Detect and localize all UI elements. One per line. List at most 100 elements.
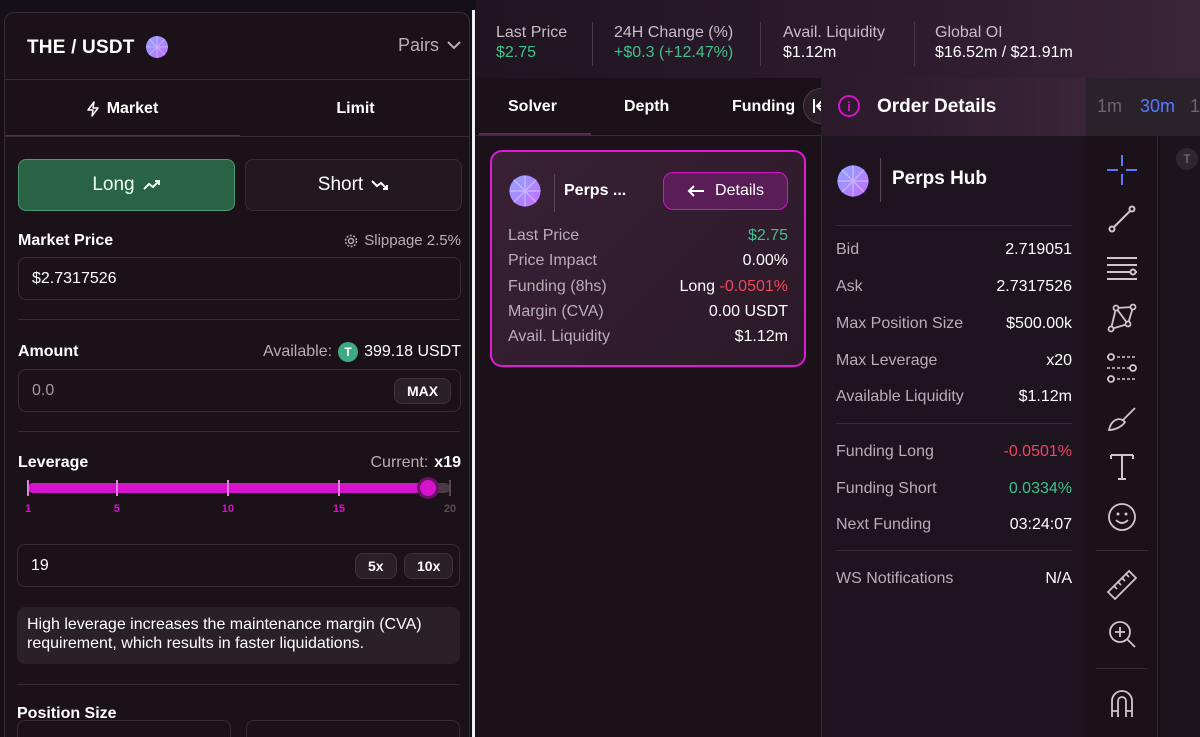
leverage-input[interactable] [31, 556, 331, 575]
od-row-max-position: Max Position Size $500.00k [836, 315, 1072, 333]
pairs-dropdown[interactable]: Pairs [398, 35, 461, 56]
od-row-next-funding: Next Funding 03:24:07 [836, 516, 1072, 534]
ruler-tool[interactable] [1102, 565, 1142, 605]
row-value: $500.00k [1006, 315, 1072, 332]
preset-10x-button[interactable]: 10x [404, 553, 454, 579]
stat-global-oi: Global OI $16.52m / $21.91m [935, 24, 1073, 62]
chevron-down-icon [447, 41, 461, 50]
details-label: Details [715, 182, 764, 199]
token-logo-icon [146, 36, 168, 58]
slider-tick-label: 1 [24, 503, 32, 515]
solver-logo-icon [509, 175, 541, 207]
brush-icon [1107, 407, 1136, 431]
od-row-ask: Ask 2.7317526 [836, 278, 1072, 296]
forecast-tool[interactable] [1102, 348, 1142, 388]
solver-name: Perps ... [564, 182, 627, 199]
tab-funding[interactable]: Funding [732, 98, 795, 116]
long-label: Long [92, 174, 135, 195]
trend-up-icon [142, 180, 160, 190]
market-price-label: Market Price [18, 232, 114, 249]
slider-tick-label: 5 [113, 503, 120, 515]
tab-solver[interactable]: Solver [508, 98, 557, 116]
od-row-funding-long: Funding Long -0.0501% [836, 443, 1072, 461]
preset-5x-button[interactable]: 5x [355, 553, 397, 579]
row-value: x20 [1046, 352, 1072, 369]
stat-last-price: Last Price $2.75 [496, 24, 567, 62]
slippage-setting[interactable]: Slippage 2.5% [344, 232, 461, 249]
row-key: Funding Short [836, 480, 937, 497]
horizontal-lines-tool[interactable] [1102, 249, 1142, 289]
divider [836, 225, 1072, 226]
tab-market[interactable]: Market [5, 80, 240, 137]
order-details-title: Order Details [877, 96, 997, 117]
pairs-label: Pairs [397, 35, 439, 55]
info-icon[interactable]: i [838, 95, 860, 117]
details-button[interactable]: Details [663, 172, 788, 210]
zoom-in-icon [1109, 621, 1136, 648]
solver-row: Margin (CVA) 0.00 USDT [508, 303, 788, 321]
stat-value: $2.75 [496, 44, 537, 61]
panel-splitter[interactable] [472, 10, 475, 737]
smiley-icon [1108, 503, 1136, 531]
tab-depth[interactable]: Depth [624, 98, 669, 116]
divider [5, 136, 469, 137]
stat-label: Last Price [496, 24, 568, 41]
magnet-icon [1111, 690, 1133, 717]
emoji-tool[interactable] [1102, 497, 1142, 537]
crosshair-tool[interactable] [1102, 150, 1142, 190]
solver-card[interactable]: Perps ... Details Last Price $2.75 Price… [490, 150, 806, 367]
market-price-input[interactable] [32, 269, 332, 288]
position-size-field[interactable] [17, 720, 231, 737]
solver-row: Price Impact 0.00% [508, 252, 788, 270]
magnet-tool[interactable] [1102, 683, 1142, 723]
slider-tick-label: 10 [221, 503, 235, 515]
text-tool[interactable] [1102, 447, 1142, 487]
row-value: N/A [1045, 570, 1072, 587]
row-key: Avail. Liquidity [508, 328, 610, 345]
chart-marker[interactable]: T [1176, 148, 1198, 170]
divider [1096, 550, 1148, 551]
trend-line-tool[interactable] [1102, 199, 1142, 239]
solver-row: Funding (8hs) Long -0.0501% [508, 278, 788, 296]
market-price-field[interactable] [18, 257, 461, 300]
max-button[interactable]: MAX [394, 378, 452, 404]
divider [18, 319, 460, 320]
tab-limit[interactable]: Limit [240, 80, 469, 137]
row-key: Bid [836, 241, 860, 258]
timeframe-more[interactable]: 1 [1190, 96, 1200, 117]
stat-value: $16.52m / $21.91m [935, 44, 1073, 61]
zoom-in-tool[interactable] [1102, 614, 1142, 654]
row-key: Max Leverage [836, 352, 938, 369]
amount-input[interactable] [32, 381, 332, 400]
divider [554, 174, 555, 212]
solver-row: Last Price $2.75 [508, 227, 788, 245]
timeframe-30m[interactable]: 30m [1140, 96, 1175, 117]
ruler-icon [1106, 569, 1138, 601]
short-button[interactable]: Short [245, 159, 462, 211]
stat-24h-change: 24H Change (%) +$0.3 (+12.47%) [614, 24, 733, 62]
row-value-group: Long -0.0501% [679, 278, 788, 296]
slider-tick-label: 20 [443, 503, 457, 515]
position-size-field-2[interactable] [246, 720, 460, 737]
pattern-tool[interactable] [1102, 298, 1142, 338]
brush-tool[interactable] [1102, 398, 1142, 438]
row-value: -0.0501% [719, 278, 789, 295]
long-button[interactable]: Long [18, 159, 235, 211]
slider-tick [226, 480, 229, 496]
chart-area[interactable] [1160, 136, 1200, 737]
slider-tick [115, 480, 118, 496]
short-label: Short [317, 174, 364, 195]
tether-icon: T [338, 342, 359, 362]
slider-tick [27, 480, 29, 496]
timeframe-1m[interactable]: 1m [1097, 96, 1122, 117]
od-row-max-leverage: Max Leverage x20 [836, 352, 1072, 370]
active-tab-underline [479, 133, 591, 135]
row-value: 03:24:07 [1009, 516, 1072, 533]
pattern-icon [1107, 303, 1137, 333]
leverage-label: Leverage [18, 454, 89, 471]
leverage-slider-thumb[interactable] [416, 477, 439, 499]
row-value: -0.0501% [1003, 443, 1073, 460]
divider [914, 22, 915, 66]
tab-limit-label: Limit [336, 99, 375, 117]
row-value: $2.75 [747, 227, 788, 244]
